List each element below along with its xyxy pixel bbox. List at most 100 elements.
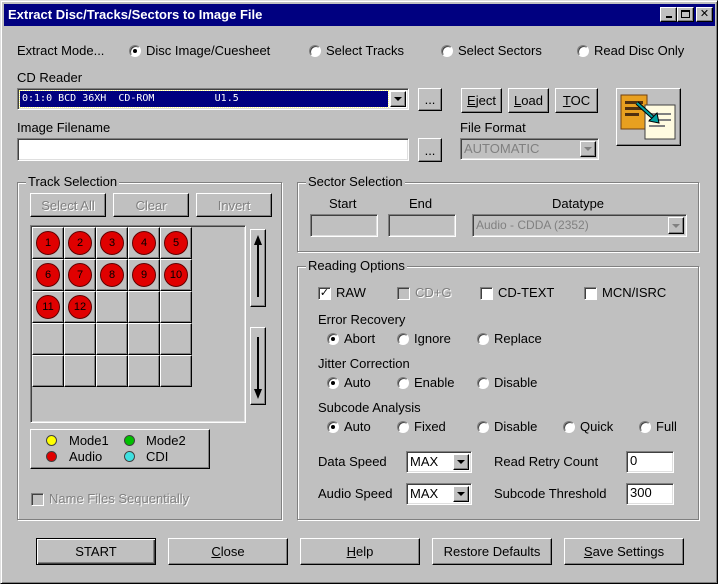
- radio-subcode-full[interactable]: [639, 421, 651, 433]
- track-cell[interactable]: 5: [160, 227, 192, 259]
- cd-reader-select[interactable]: 0:1:0 BCD 36XH CD-ROM U1.5: [17, 88, 409, 110]
- radio-subcode-disable[interactable]: [477, 421, 489, 433]
- audio-speed-select[interactable]: MAX: [406, 483, 472, 505]
- raw-label: RAW: [336, 285, 366, 300]
- empty-track-cell: [96, 323, 128, 355]
- audio-track-icon: 11: [36, 295, 60, 319]
- empty-track-cell: [64, 323, 96, 355]
- track-cell[interactable]: 11: [32, 291, 64, 323]
- sector-datatype-label: Datatype: [552, 196, 605, 211]
- track-cell[interactable]: 6: [32, 259, 64, 291]
- radio-error-replace[interactable]: [477, 333, 489, 345]
- retry-count-input[interactable]: 0: [626, 451, 674, 473]
- radio-jitter-enable[interactable]: [397, 377, 409, 389]
- image-filename-input[interactable]: [17, 138, 409, 161]
- track-cell[interactable]: 10: [160, 259, 192, 291]
- file-format-select[interactable]: AUTOMATIC: [460, 138, 599, 160]
- data-speed-dropdown-button[interactable]: [453, 454, 469, 470]
- mcn-isrc-checkbox[interactable]: [584, 287, 597, 300]
- track-cell[interactable]: 2: [64, 227, 96, 259]
- jitter-correction-label: Jitter Correction: [318, 356, 410, 371]
- sector-datatype-dropdown-button[interactable]: [668, 217, 684, 234]
- maximize-button[interactable]: [677, 7, 694, 22]
- cdtext-checkbox[interactable]: [480, 287, 493, 300]
- restore-defaults-button[interactable]: Restore Defaults: [432, 538, 552, 565]
- sector-end-label: End: [409, 196, 433, 211]
- track-grid: 1 2 3 4 5 6 7 8 9 10 11 12: [30, 225, 246, 423]
- select-all-button[interactable]: Select All: [30, 193, 106, 217]
- clear-button[interactable]: Clear: [113, 193, 189, 217]
- minimize-icon: [665, 16, 672, 18]
- empty-track-cell: [64, 355, 96, 387]
- track-cell[interactable]: 4: [128, 227, 160, 259]
- radio-jitter-enable-label: Enable: [414, 375, 455, 390]
- cdg-label: CD+G: [415, 285, 452, 300]
- scroll-up-button[interactable]: [250, 229, 266, 307]
- help-button[interactable]: Help: [300, 538, 420, 565]
- data-speed-label: Data Speed: [318, 454, 387, 469]
- cd-reader-dropdown-button[interactable]: [390, 91, 406, 107]
- start-button[interactable]: START: [36, 538, 156, 565]
- radio-disc-image[interactable]: [129, 45, 141, 57]
- data-speed-select[interactable]: MAX: [406, 451, 472, 473]
- invert-button[interactable]: Invert: [196, 193, 272, 217]
- audio-track-icon: 7: [68, 263, 92, 287]
- cd-reader-value: 0:1:0 BCD 36XH CD-ROM U1.5: [19, 90, 389, 108]
- minimize-button[interactable]: [660, 7, 677, 22]
- radio-select-sectors[interactable]: [441, 45, 453, 57]
- track-cell[interactable]: 12: [64, 291, 96, 323]
- radio-subcode-fixed[interactable]: [397, 421, 409, 433]
- radio-error-ignore-label: Ignore: [414, 331, 451, 346]
- radio-read-disc-only[interactable]: [577, 45, 589, 57]
- audio-legend-icon: [46, 451, 57, 462]
- audio-speed-dropdown-button[interactable]: [453, 486, 469, 502]
- extract-image-button[interactable]: [616, 88, 681, 146]
- radio-error-abort[interactable]: [327, 333, 339, 345]
- sector-start-input[interactable]: [310, 214, 378, 237]
- track-cell[interactable]: 9: [128, 259, 160, 291]
- track-cell[interactable]: 7: [64, 259, 96, 291]
- image-filename-browse-button[interactable]: ...: [418, 138, 442, 162]
- chevron-down-icon: [457, 460, 465, 464]
- audio-track-icon: 6: [36, 263, 60, 287]
- track-cell[interactable]: 8: [96, 259, 128, 291]
- audio-track-icon: 4: [132, 231, 156, 255]
- load-button[interactable]: Load: [508, 88, 549, 113]
- file-format-label: File Format: [460, 120, 526, 135]
- radio-read-disc-only-label: Read Disc Only: [594, 43, 685, 58]
- cd-reader-browse-button[interactable]: ...: [418, 88, 442, 111]
- radio-subcode-auto-label: Auto: [344, 419, 371, 434]
- track-cell[interactable]: 3: [96, 227, 128, 259]
- radio-jitter-disable[interactable]: [477, 377, 489, 389]
- sector-end-input[interactable]: [388, 214, 456, 237]
- sector-selection-title: Sector Selection: [306, 174, 405, 190]
- close-window-button[interactable]: ✕: [696, 7, 713, 22]
- scroll-down-button[interactable]: [250, 327, 266, 405]
- track-cell[interactable]: 1: [32, 227, 64, 259]
- audio-track-icon: 5: [164, 231, 188, 255]
- radio-subcode-disable-label: Disable: [494, 419, 538, 434]
- subcode-threshold-input[interactable]: 300: [626, 483, 674, 505]
- empty-track-cell: [96, 355, 128, 387]
- eject-button[interactable]: Eject: [461, 88, 502, 113]
- subcode-analysis-label: Subcode Analysis: [318, 400, 421, 415]
- save-settings-button[interactable]: Save Settings: [564, 538, 684, 565]
- close-button[interactable]: Close: [168, 538, 288, 565]
- radio-select-tracks-label: Select Tracks: [326, 43, 405, 58]
- raw-checkbox[interactable]: ✓: [318, 287, 331, 300]
- file-format-dropdown-button[interactable]: [580, 141, 596, 157]
- reading-options-title: Reading Options: [306, 258, 407, 274]
- maximize-icon: [681, 10, 690, 18]
- radio-error-ignore[interactable]: [397, 333, 409, 345]
- cdg-checkbox[interactable]: [397, 287, 410, 300]
- toc-button[interactable]: TOC: [555, 88, 598, 113]
- disc-to-image-icon: [620, 94, 676, 140]
- sector-datatype-select[interactable]: Audio - CDDA (2352): [472, 214, 687, 237]
- name-files-checkbox[interactable]: [31, 493, 44, 506]
- radio-subcode-quick[interactable]: [563, 421, 575, 433]
- cdi-legend-icon: [124, 451, 135, 462]
- radio-jitter-auto[interactable]: [327, 377, 339, 389]
- title-bar[interactable]: Extract Disc/Tracks/Sectors to Image Fil…: [4, 4, 715, 26]
- radio-subcode-auto[interactable]: [327, 421, 339, 433]
- radio-select-tracks[interactable]: [309, 45, 321, 57]
